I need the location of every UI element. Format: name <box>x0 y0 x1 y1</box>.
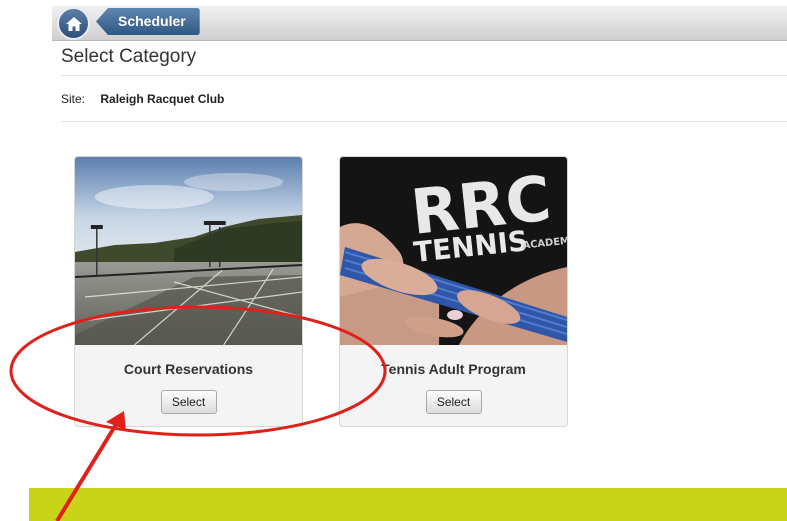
breadcrumb-scheduler[interactable]: Scheduler <box>96 8 200 35</box>
divider <box>61 121 787 122</box>
category-card-court-reservations: Court Reservations Select <box>74 156 303 427</box>
tennis-courts-photo <box>75 157 302 345</box>
category-title: Tennis Adult Program <box>381 361 526 377</box>
site-row: Site: Raleigh Racquet Club <box>61 92 224 106</box>
site-label: Site: <box>61 92 86 106</box>
category-card-tennis-adult-program: RRC TENNIS ACADEMY Tennis Adult Program … <box>339 156 568 427</box>
select-button-court-reservations[interactable]: Select <box>160 390 217 414</box>
site-value: Raleigh Racquet Club <box>100 92 225 106</box>
page-title: Select Category <box>61 46 197 67</box>
divider <box>61 75 787 76</box>
racquet-grip-photo: RRC TENNIS ACADEMY <box>340 157 567 345</box>
home-button[interactable] <box>57 7 90 40</box>
home-icon <box>65 16 82 31</box>
footer-band <box>29 488 787 521</box>
category-title: Court Reservations <box>123 361 254 377</box>
select-button-tennis-adult-program[interactable]: Select <box>425 390 482 414</box>
